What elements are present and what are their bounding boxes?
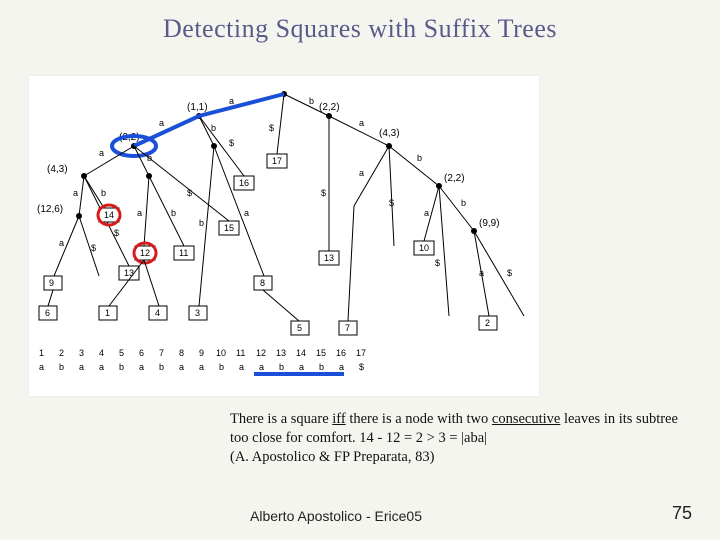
page-title: Detecting Squares with Suffix Trees (0, 0, 720, 44)
svg-text:17: 17 (356, 348, 366, 358)
svg-text:(2,2): (2,2) (319, 102, 340, 113)
svg-text:b: b (199, 218, 204, 228)
svg-text:8: 8 (260, 278, 265, 288)
svg-text:$: $ (229, 138, 234, 148)
svg-text:3: 3 (195, 308, 200, 318)
svg-text:9: 9 (49, 278, 54, 288)
svg-text:a: a (137, 208, 142, 218)
svg-text:14: 14 (296, 348, 306, 358)
svg-text:b: b (461, 198, 466, 208)
svg-text:(12,6): (12,6) (37, 204, 63, 215)
svg-text:$: $ (321, 188, 326, 198)
svg-text:a: a (73, 188, 78, 198)
svg-text:10: 10 (419, 243, 429, 253)
svg-text:a: a (99, 362, 104, 372)
svg-text:2: 2 (485, 318, 490, 328)
theorem-pre: There is a square (230, 411, 332, 427)
svg-text:4: 4 (99, 348, 104, 358)
svg-text:b: b (219, 362, 224, 372)
svg-text:b: b (211, 123, 216, 133)
svg-text:$: $ (435, 258, 440, 268)
svg-text:a: a (99, 148, 104, 158)
svg-text:$: $ (359, 362, 364, 372)
svg-text:12: 12 (256, 348, 266, 358)
svg-text:13: 13 (124, 268, 134, 278)
svg-text:a: a (39, 362, 44, 372)
svg-text:6: 6 (139, 348, 144, 358)
svg-text:14: 14 (104, 210, 114, 220)
svg-text:1: 1 (39, 348, 44, 358)
svg-text:5: 5 (297, 323, 302, 333)
theorem-cons: consecutive (492, 411, 560, 427)
svg-text:11: 11 (236, 348, 245, 358)
svg-text:b: b (101, 188, 106, 198)
svg-text:2: 2 (59, 348, 64, 358)
svg-text:a: a (339, 362, 344, 372)
svg-text:a: a (179, 362, 184, 372)
svg-text:16: 16 (336, 348, 346, 358)
svg-text:7: 7 (159, 348, 164, 358)
svg-text:a: a (229, 96, 234, 106)
svg-text:(4,3): (4,3) (379, 128, 400, 139)
svg-text:(2,2): (2,2) (444, 173, 465, 184)
svg-text:$: $ (114, 228, 119, 238)
suffix-tree-diagram: .ln { stroke:#000; stroke-width:1; fill:… (28, 75, 540, 397)
svg-text:15: 15 (316, 348, 326, 358)
svg-text:a: a (59, 238, 64, 248)
svg-text:13: 13 (276, 348, 286, 358)
footer-author: Alberto Apostolico - Erice05 (250, 508, 422, 524)
svg-text:12: 12 (140, 248, 150, 258)
svg-text:a: a (479, 268, 484, 278)
svg-text:b: b (279, 362, 284, 372)
svg-text:(1,1): (1,1) (187, 102, 208, 113)
svg-text:a: a (259, 362, 264, 372)
page-number: 75 (672, 503, 692, 524)
svg-text:(9,9): (9,9) (479, 218, 500, 229)
svg-text:(4,3): (4,3) (47, 164, 68, 175)
svg-text:a: a (359, 168, 364, 178)
svg-text:a: a (424, 208, 429, 218)
svg-text:1: 1 (105, 308, 110, 318)
svg-text:a: a (299, 362, 304, 372)
svg-text:$: $ (389, 198, 394, 208)
svg-text:b: b (159, 362, 164, 372)
svg-text:7: 7 (345, 323, 350, 333)
svg-text:13: 13 (324, 253, 334, 263)
svg-text:$: $ (187, 188, 192, 198)
svg-text:a: a (159, 118, 164, 128)
svg-text:a: a (359, 118, 364, 128)
svg-text:10: 10 (216, 348, 226, 358)
theorem-mid: there is a node with two (346, 411, 492, 427)
svg-text:$: $ (507, 268, 512, 278)
svg-text:a: a (239, 362, 244, 372)
svg-text:a: a (79, 362, 84, 372)
svg-text:15: 15 (224, 223, 234, 233)
svg-text:9: 9 (199, 348, 204, 358)
svg-text:8: 8 (179, 348, 184, 358)
theorem-citation: (A. Apostolico & FP Preparata, 83) (230, 449, 434, 465)
svg-text:16: 16 (239, 178, 249, 188)
svg-text:11: 11 (179, 248, 188, 258)
svg-text:5: 5 (119, 348, 124, 358)
svg-text:17: 17 (272, 156, 282, 166)
svg-text:a: a (139, 362, 144, 372)
svg-text:6: 6 (45, 308, 50, 318)
svg-text:a: a (199, 362, 204, 372)
svg-text:a: a (244, 208, 249, 218)
svg-text:b: b (171, 208, 176, 218)
svg-text:$: $ (269, 123, 274, 133)
svg-text:b: b (119, 362, 124, 372)
theorem-iff: iff (332, 411, 345, 427)
svg-text:b: b (59, 362, 64, 372)
svg-text:b: b (319, 362, 324, 372)
svg-text:b: b (417, 153, 422, 163)
svg-text:b: b (309, 96, 314, 106)
theorem-text: There is a square iff there is a node wi… (230, 410, 680, 467)
svg-text:3: 3 (79, 348, 84, 358)
svg-text:$: $ (91, 243, 96, 253)
svg-text:4: 4 (155, 308, 160, 318)
